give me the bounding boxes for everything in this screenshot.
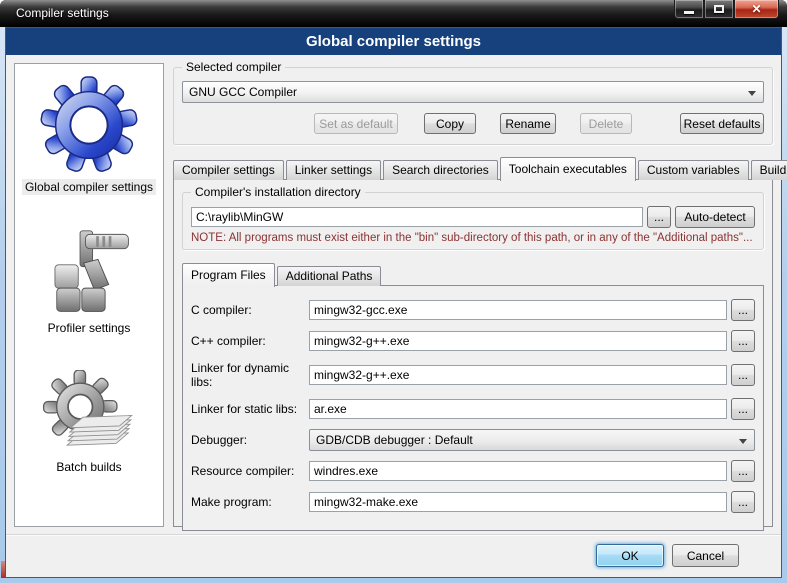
field-label: C compiler: [191, 303, 309, 317]
resource-compiler-browse-button[interactable]: ... [731, 460, 755, 482]
static-linker-input[interactable] [309, 399, 727, 419]
maximize-icon [714, 5, 724, 13]
make-program-browse-button[interactable]: ... [731, 491, 755, 513]
maximize-button[interactable] [704, 0, 734, 19]
frame-artifact [1, 561, 5, 578]
compiler-tabs: Compiler settings Linker settings Search… [173, 157, 773, 180]
make-program-input[interactable] [309, 492, 727, 512]
field-label: Make program: [191, 495, 309, 509]
settings-sidebar: Global compiler settings [14, 63, 164, 527]
program-tabs: Program Files Additional Paths [182, 263, 764, 286]
c-compiler-browse-button[interactable]: ... [731, 299, 755, 321]
sidebar-item-batch-builds[interactable]: Batch builds [41, 370, 137, 475]
install-directory-browse-button[interactable]: ... [647, 206, 671, 228]
cpp-compiler-browse-button[interactable]: ... [731, 330, 755, 352]
window-frame: Global compiler settings [0, 27, 787, 583]
compiler-select-value: GNU GCC Compiler [189, 85, 297, 99]
chevron-down-icon [739, 439, 747, 448]
titlebar[interactable]: Compiler settings ✕ [0, 0, 787, 27]
reset-defaults-button[interactable]: Reset defaults [680, 113, 764, 134]
chevron-down-icon [748, 91, 756, 100]
minimize-icon [684, 11, 694, 14]
ok-button[interactable]: OK [596, 544, 664, 567]
sidebar-item-global-compiler-settings[interactable]: Global compiler settings [22, 76, 156, 195]
installation-directory-group-label: Compiler's installation directory [191, 185, 365, 199]
resource-compiler-row: Resource compiler: ... [191, 460, 755, 482]
c-compiler-input[interactable] [309, 300, 727, 320]
static-linker-row: Linker for static libs: ... [191, 398, 755, 420]
field-label: Linker for static libs: [191, 402, 309, 416]
tab-compiler-settings[interactable]: Compiler settings [173, 160, 284, 180]
c-compiler-row: C compiler: ... [191, 299, 755, 321]
static-linker-browse-button[interactable]: ... [731, 398, 755, 420]
bin-subdirectory-note: NOTE: All programs must exist either in … [191, 232, 755, 244]
cpp-compiler-input[interactable] [309, 331, 727, 351]
window-title: Compiler settings [16, 6, 109, 20]
dynamic-linker-input[interactable] [309, 365, 727, 385]
minimize-button[interactable] [674, 0, 704, 19]
cancel-button[interactable]: Cancel [672, 544, 739, 567]
caliper-icon [44, 229, 134, 315]
install-directory-input[interactable] [191, 207, 643, 227]
debugger-row: Debugger: GDB/CDB debugger : Default [191, 429, 755, 451]
delete-button[interactable]: Delete [580, 113, 632, 134]
tab-build-options[interactable]: Build options [751, 160, 787, 180]
tab-program-files[interactable]: Program Files [182, 263, 275, 287]
auto-detect-button[interactable]: Auto-detect [675, 206, 755, 228]
rename-button[interactable]: Rename [500, 113, 556, 134]
sidebar-item-label: Batch builds [53, 459, 124, 475]
debugger-select[interactable]: GDB/CDB debugger : Default [309, 429, 755, 451]
close-icon: ✕ [751, 1, 761, 18]
sidebar-item-profiler-settings[interactable]: Profiler settings [44, 229, 134, 336]
tab-search-directories[interactable]: Search directories [383, 160, 498, 180]
resource-compiler-input[interactable] [309, 461, 727, 481]
field-label: Linker for dynamic libs: [191, 361, 309, 389]
selected-compiler-group: Selected compiler GNU GCC Compiler Set a… [173, 67, 773, 145]
tab-additional-paths[interactable]: Additional Paths [277, 266, 382, 286]
dynamic-linker-browse-button[interactable]: ... [731, 364, 755, 386]
blue-gear-icon [40, 76, 138, 174]
sidebar-item-label: Profiler settings [45, 320, 134, 336]
field-label: Debugger: [191, 433, 309, 447]
field-label: Resource compiler: [191, 464, 309, 478]
tab-toolchain-executables[interactable]: Toolchain executables [500, 157, 636, 181]
selected-compiler-group-label: Selected compiler [182, 60, 285, 74]
program-files-panel: C compiler: ... C++ compiler: ... Linker [182, 285, 764, 531]
field-label: C++ compiler: [191, 334, 309, 348]
gear-stack-icon [41, 370, 137, 454]
compiler-select[interactable]: GNU GCC Compiler [182, 81, 764, 103]
page-title: Global compiler settings [6, 28, 781, 55]
dynamic-linker-row: Linker for dynamic libs: ... [191, 361, 755, 389]
compiler-settings-dialog: Compiler settings ✕ Global compiler sett… [0, 0, 787, 583]
toolchain-executables-panel: Compiler's installation directory ... Au… [173, 179, 773, 527]
sidebar-item-label: Global compiler settings [22, 179, 156, 195]
tab-custom-variables[interactable]: Custom variables [638, 160, 749, 180]
make-program-row: Make program: ... [191, 491, 755, 513]
set-as-default-button[interactable]: Set as default [314, 113, 398, 134]
close-button[interactable]: ✕ [734, 0, 779, 19]
dialog-footer: OK Cancel [6, 534, 781, 577]
compiler-actions: Set as default Copy Rename Delete Reset … [182, 113, 764, 134]
cpp-compiler-row: C++ compiler: ... [191, 330, 755, 352]
debugger-select-value: GDB/CDB debugger : Default [316, 433, 473, 447]
window-controls: ✕ [674, 0, 779, 19]
tab-linker-settings[interactable]: Linker settings [286, 160, 381, 180]
copy-button[interactable]: Copy [424, 113, 476, 134]
installation-directory-group: Compiler's installation directory ... Au… [182, 192, 764, 250]
